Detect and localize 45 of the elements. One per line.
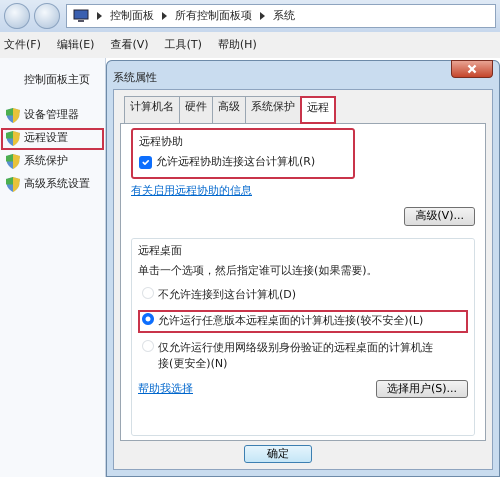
sidebar-item[interactable]: 高级系统设置 [1,174,104,196]
menu-item[interactable]: 查看(V) [110,36,149,54]
shield-icon [6,131,20,146]
chevron-icon [162,12,167,20]
menu-item[interactable]: 编辑(E) [56,36,94,54]
tab[interactable]: 远程 [300,96,336,124]
address-bar[interactable]: 控制面板 所有控制面板项 系统 [66,4,496,28]
tab[interactable]: 系统保护 [245,96,301,122]
checkbox[interactable] [139,156,152,169]
radio-option[interactable]: 不允许连接到这台计算机(D) [138,284,468,306]
group-title: 远程桌面 [138,242,183,258]
chevron-icon [97,12,102,20]
shield-icon [6,177,20,192]
help-link[interactable]: 帮助我选择 [138,380,193,397]
forward-button[interactable] [34,3,60,29]
radio-option[interactable]: 仅允许运行使用网络级别身份验证的远程桌面的计算机连接(更安全)(N) [138,336,468,376]
sidebar-item[interactable]: 系统保护 [1,150,104,172]
shield-icon [6,154,20,169]
menu-item[interactable]: 工具(T) [164,36,202,54]
shield-icon [6,108,20,123]
info-link[interactable]: 有关启用远程协助的信息 [131,184,252,196]
dialog-title: 系统属性 [113,70,157,86]
computer-icon [73,9,89,23]
menu-item[interactable]: 文件(F) [4,36,41,54]
close-icon[interactable] [451,60,493,78]
breadcrumb-item[interactable]: 所有控制面板项 [175,8,252,24]
radio-button[interactable] [142,313,154,325]
breadcrumb-item[interactable]: 系统 [273,8,295,24]
group-title: 远程协助 [139,134,184,150]
advanced-button[interactable]: 高级(V)... [404,207,475,226]
tab[interactable]: 高级 [212,96,246,122]
radio-option[interactable]: 允许运行任意版本远程桌面的计算机连接(较不安全)(L) [138,310,468,332]
sidebar-item[interactable]: 远程设置 [1,128,104,150]
chevron-icon [260,12,265,20]
hint-text: 单击一个选项，然后指定谁可以连接(如果需要)。 [138,263,379,279]
tab[interactable]: 计算机名 [124,96,180,122]
breadcrumb-item[interactable]: 控制面板 [110,8,154,24]
back-button[interactable] [4,3,30,29]
sidebar-item[interactable]: 设备管理器 [1,104,104,126]
checkbox-label[interactable]: 允许远程协助连接这台计算机(R) [156,154,316,170]
menu-item[interactable]: 帮助(H) [218,36,257,54]
sidebar-title[interactable]: 控制面板主页 [0,72,105,88]
select-users-button[interactable]: 选择用户(S)... [376,380,468,398]
ok-button[interactable]: 确定 [244,444,312,463]
tab[interactable]: 硬件 [179,96,213,122]
